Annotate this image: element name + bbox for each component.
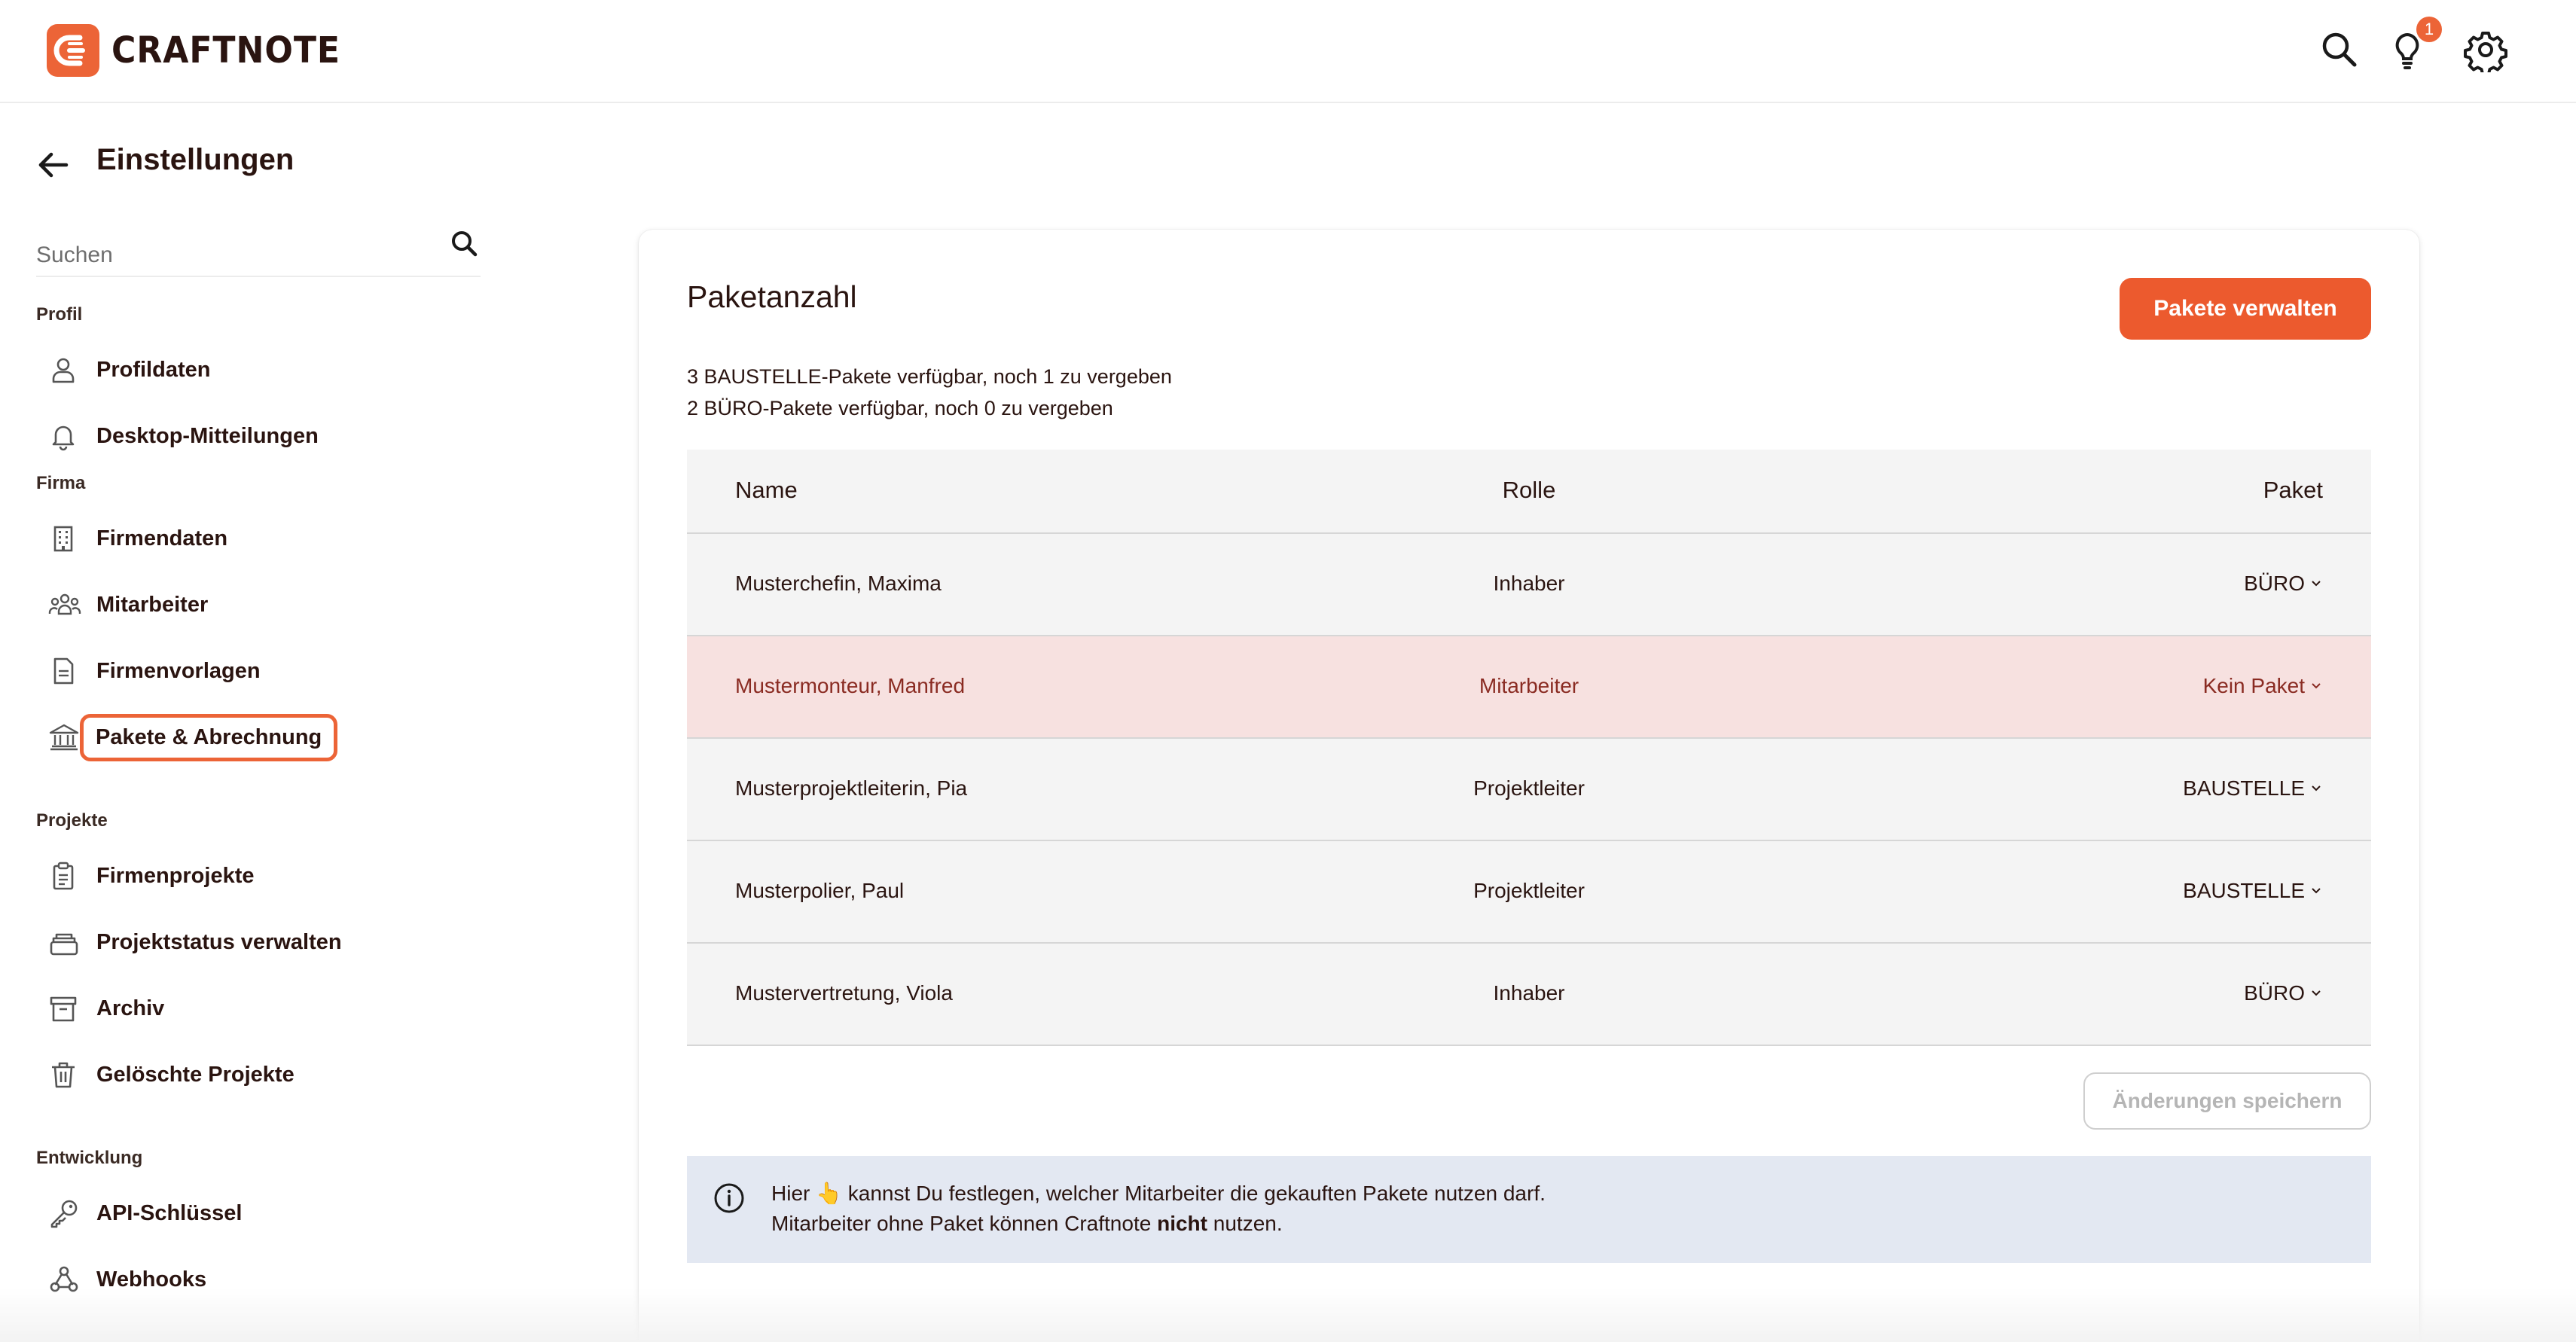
info-box: Hier 👆 kannst Du festlegen, welcher Mita… bbox=[687, 1156, 2371, 1263]
availability-baustelle: 3 BAUSTELLE-Pakete verfügbar, noch 1 zu … bbox=[687, 365, 1172, 388]
package-value: BÜRO bbox=[2244, 572, 2305, 595]
member-name: Musterpolier, Paul bbox=[735, 879, 905, 902]
section-title-projekte: Projekte bbox=[36, 810, 108, 831]
table-row: Musterchefin, Maxima Inhaber BÜRO bbox=[687, 534, 2371, 636]
member-name: Mustermonteur, Manfred bbox=[735, 674, 966, 697]
package-select[interactable]: Kein Paket bbox=[2203, 674, 2323, 698]
member-role: Inhaber bbox=[1493, 981, 1565, 1005]
section-title-entwicklung: Entwicklung bbox=[36, 1148, 143, 1168]
member-role: Mitarbeiter bbox=[1479, 674, 1579, 697]
availability-buero: 2 BÜRO-Pakete verfügbar, noch 0 zu verge… bbox=[687, 397, 1113, 419]
sidebar-item-profildaten[interactable]: Profildaten bbox=[36, 343, 390, 396]
member-role: Inhaber bbox=[1493, 572, 1565, 595]
search-icon[interactable] bbox=[2317, 27, 2362, 72]
package-select[interactable]: BAUSTELLE bbox=[2183, 879, 2323, 903]
page-title: Einstellungen bbox=[96, 143, 295, 176]
clipboard-icon bbox=[36, 849, 96, 902]
stack-icon bbox=[36, 916, 96, 968]
table-row: Mustermonteur, Manfred Mitarbeiter Kein … bbox=[687, 636, 2371, 739]
sidebar-item-desktop-mitteilungen[interactable]: Desktop-Mitteilungen bbox=[36, 410, 390, 462]
chevron-down-icon bbox=[2312, 785, 2321, 791]
column-header-package: Paket bbox=[2263, 477, 2323, 503]
table-row: Musterpolier, Paul Projektleiter BAUSTEL… bbox=[687, 841, 2371, 944]
card-title: Paketanzahl bbox=[687, 279, 857, 314]
chevron-down-icon bbox=[2312, 581, 2321, 587]
column-header-name: Name bbox=[735, 477, 798, 503]
sidebar-item-mitarbeiter[interactable]: Mitarbeiter bbox=[36, 578, 390, 631]
sidebar-search bbox=[36, 226, 481, 277]
member-name: Musterprojektleiterin, Pia bbox=[735, 776, 968, 800]
notification-badge: 1 bbox=[2416, 17, 2442, 42]
search-icon[interactable] bbox=[447, 226, 483, 262]
package-value: BÜRO bbox=[2244, 981, 2305, 1005]
sidebar-item-firmenprojekte[interactable]: Firmenprojekte bbox=[36, 849, 390, 902]
info-text: Hier 👆 kannst Du festlegen, welcher Mita… bbox=[771, 1182, 1546, 1235]
package-select[interactable]: BÜRO bbox=[2244, 572, 2323, 596]
brand-name: CRAFTNOTE bbox=[111, 29, 340, 72]
sidebar-item-firmendaten[interactable]: Firmendaten bbox=[36, 512, 390, 565]
package-select[interactable]: BAUSTELLE bbox=[2183, 776, 2323, 801]
package-select[interactable]: BÜRO bbox=[2244, 981, 2323, 1005]
package-value: BAUSTELLE bbox=[2183, 776, 2305, 800]
save-changes-button[interactable]: Änderungen speichern bbox=[2083, 1072, 2371, 1130]
section-title-profil: Profil bbox=[36, 304, 83, 325]
pointing-up-emoji: 👆 bbox=[816, 1182, 842, 1205]
bell-icon bbox=[36, 410, 96, 462]
table-header: Name Rolle Paket bbox=[687, 450, 2371, 534]
section-title-firma: Firma bbox=[36, 473, 86, 493]
gear-icon[interactable] bbox=[2463, 27, 2508, 75]
sidebar-item-api-schluessel[interactable]: API-Schlüssel bbox=[36, 1187, 390, 1240]
package-value: BAUSTELLE bbox=[2183, 879, 2305, 902]
bottom-shadow bbox=[0, 1288, 2576, 1342]
back-arrow-icon[interactable] bbox=[36, 148, 71, 182]
sidebar-item-firmenvorlagen[interactable]: Firmenvorlagen bbox=[36, 645, 390, 697]
person-icon bbox=[36, 343, 96, 396]
trash-icon bbox=[36, 1048, 96, 1101]
sidebar-item-pakete-abrechnung[interactable]: Pakete & Abrechnung bbox=[36, 711, 390, 764]
member-name: Musterchefin, Maxima bbox=[735, 572, 942, 595]
table-row: Mustervertretung, Viola Inhaber BÜRO bbox=[687, 944, 2371, 1046]
sidebar-item-geloeschte-projekte[interactable]: Gelöschte Projekte bbox=[36, 1048, 390, 1101]
top-bar: CRAFTNOTE 1 bbox=[0, 0, 2576, 103]
column-header-role: Rolle bbox=[1502, 477, 1556, 503]
info-icon bbox=[713, 1182, 746, 1215]
document-icon bbox=[36, 645, 96, 697]
package-card: Paketanzahl Pakete verwalten 3 BAUSTELLE… bbox=[639, 230, 2419, 1342]
craftnote-logo-icon bbox=[47, 24, 99, 77]
member-name: Mustervertretung, Viola bbox=[735, 981, 953, 1005]
members-table: Name Rolle Paket Musterchefin, Maxima In… bbox=[687, 450, 2371, 1046]
table-row: Musterprojektleiterin, Pia Projektleiter… bbox=[687, 739, 2371, 841]
manage-packages-button[interactable]: Pakete verwalten bbox=[2120, 278, 2371, 340]
member-role: Projektleiter bbox=[1473, 776, 1585, 800]
building-icon bbox=[36, 512, 96, 565]
sidebar-item-archiv[interactable]: Archiv bbox=[36, 982, 390, 1035]
package-value: Kein Paket bbox=[2202, 674, 2305, 697]
key-icon bbox=[36, 1187, 96, 1240]
team-icon bbox=[36, 578, 96, 631]
chevron-down-icon bbox=[2312, 683, 2321, 689]
brand-logo[interactable]: CRAFTNOTE bbox=[47, 24, 360, 77]
sidebar-item-projektstatus-verwalten[interactable]: Projektstatus verwalten bbox=[36, 916, 390, 968]
member-role: Projektleiter bbox=[1473, 879, 1585, 902]
sidebar-search-input[interactable] bbox=[36, 226, 413, 271]
archive-icon bbox=[36, 982, 96, 1035]
chevron-down-icon bbox=[2312, 990, 2321, 996]
chevron-down-icon bbox=[2312, 888, 2321, 894]
